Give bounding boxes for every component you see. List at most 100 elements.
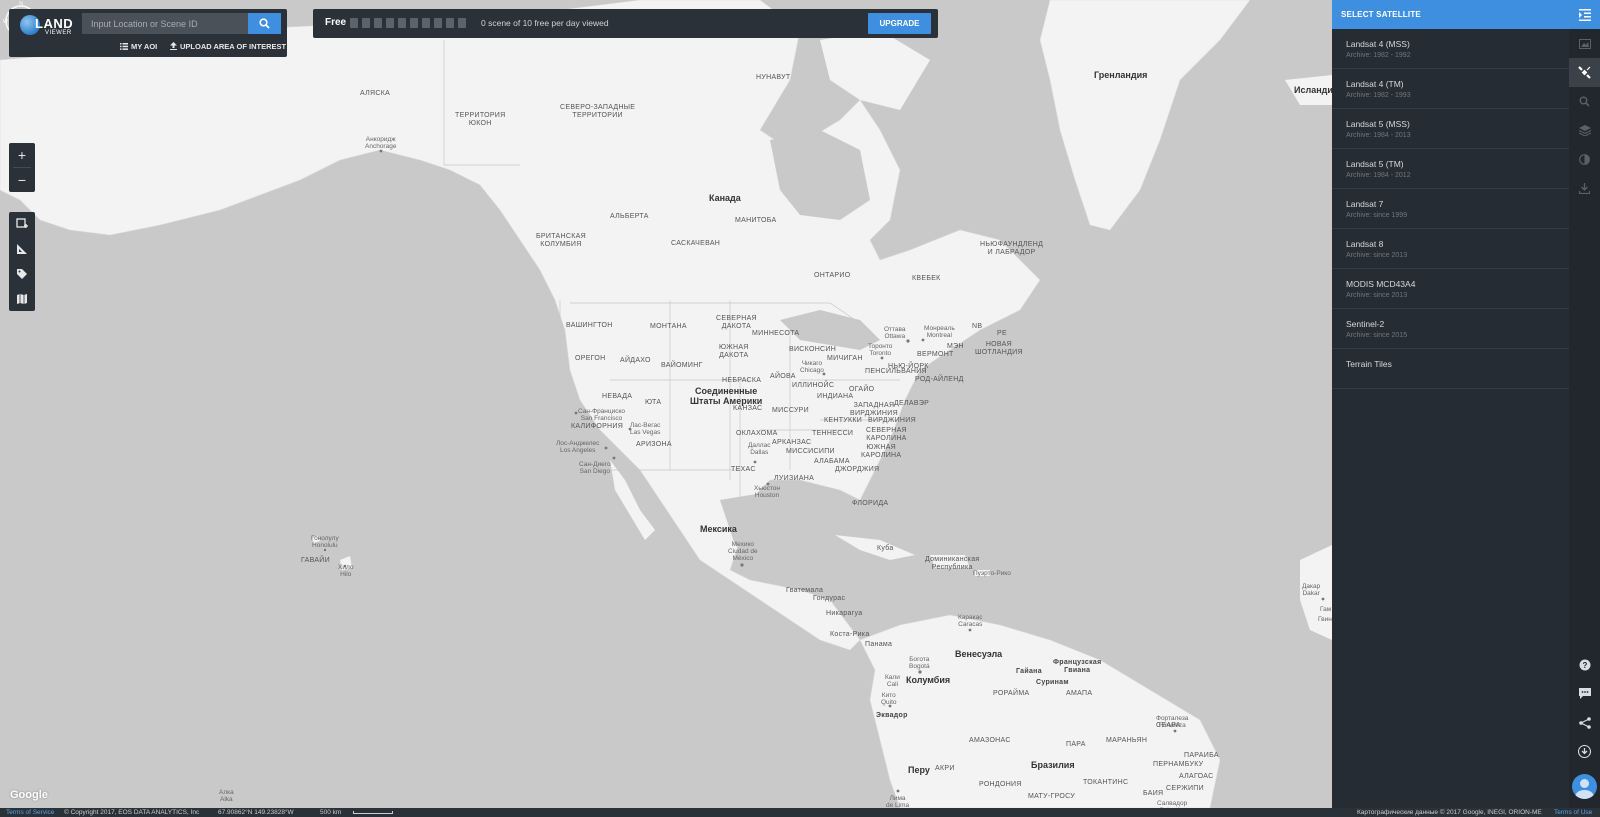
- terms-of-use-link[interactable]: Terms of Use: [1554, 809, 1592, 816]
- image-button[interactable]: [1569, 29, 1600, 58]
- satellite-archive-range: Archive: since 1999: [1346, 212, 1408, 219]
- map-label-montana: МОНТАНА: [650, 323, 687, 330]
- upload-aoi-link[interactable]: UPLOAD AREA OF INTEREST: [170, 42, 286, 51]
- map-label-guinea: Гвин: [1318, 616, 1332, 623]
- map-label-nwt: СЕВЕРО-ЗАПАДНЫЕ ТЕРРИТОРИИ: [560, 104, 636, 119]
- map-data-attribution: Картографические данные © 2017 Google, I…: [1357, 809, 1542, 816]
- scene-quota-bar: Free 0 scene of 10 free per day viewed U…: [313, 9, 938, 38]
- map-label-georgia: ДЖОРДЖИЯ: [835, 466, 880, 473]
- map-label-rhode-island: РОД-АЙЛЕНД: [915, 376, 964, 383]
- map-label-tennessee: ТЕННЕССИ: [812, 430, 854, 437]
- map-label-lima: Лима de Lima: [886, 795, 910, 808]
- zoom-controls: + −: [9, 143, 35, 192]
- map-label-alaska: АЛЯСКА: [360, 90, 391, 97]
- basemap-button[interactable]: [9, 287, 35, 311]
- landviewer-logo[interactable]: LAND VIEWER: [20, 13, 80, 39]
- copyright-text: © Copyright 2017, EOS DATA ANALYTICS, In…: [64, 809, 200, 816]
- user-avatar[interactable]: [1572, 774, 1597, 799]
- zoom-in-button[interactable]: +: [9, 143, 35, 167]
- map-label-los-angeles: Лос-Анджелес Los Angeles: [556, 440, 600, 455]
- map-label-bogota: Богота Bogotá: [909, 656, 930, 671]
- my-aoi-link[interactable]: MY AOI: [120, 42, 157, 51]
- google-logo: Google: [10, 789, 48, 801]
- satellite-name: MODIS MCD43A4: [1346, 279, 1416, 289]
- satellite-list-item[interactable]: MODIS MCD43A4 Archive: since 2013: [1332, 269, 1569, 309]
- map-label-alabama: АЛАБАМА: [814, 458, 850, 465]
- map-label-mississippi: МИССИСИПИ: [786, 448, 835, 455]
- map-label-ohio: ОГАЙО: [849, 386, 875, 393]
- map-label-usa: Соединенные Штаты Америки: [690, 386, 763, 406]
- satellite-list-item[interactable]: Landsat 7 Archive: since 1999: [1332, 189, 1569, 229]
- satellite-name: Landsat 5 (MSS): [1346, 119, 1410, 129]
- map-label-utah: ЮТА: [645, 399, 662, 406]
- search-button[interactable]: [248, 13, 281, 34]
- map-label-mexico-city: Мехико Ciudad de México: [728, 541, 758, 563]
- map-label-french-guiana: Французская Гвиана: [1053, 659, 1102, 674]
- avatar-body: [1575, 790, 1594, 799]
- map-label-san-diego: Сан-Диего San Diego: [579, 461, 611, 476]
- help-button[interactable]: ?: [1569, 650, 1600, 679]
- map-label-peru: Перу: [908, 765, 930, 775]
- svg-text:N: N: [19, 1, 23, 7]
- quota-box: [386, 18, 394, 28]
- satellite-panel-header: SELECT SATELLITE: [1332, 0, 1569, 29]
- map-label-florida: ФЛОРИДА: [852, 500, 889, 507]
- install-app-button[interactable]: [1569, 737, 1600, 766]
- map-label-virginia: ВИРДЖИНИЯ: [868, 417, 916, 424]
- map-label-oklahoma: ОКЛАХОМА: [736, 430, 778, 437]
- map-canvas[interactable]: АЛЯСКА ТЕРРИТОРИЯ ЮКОН СЕВЕРО-ЗАПАДНЫЕ Т…: [0, 0, 1332, 808]
- share-button[interactable]: [1569, 708, 1600, 737]
- satellite-list-item[interactable]: Landsat 5 (MSS) Archive: 1984 - 2013: [1332, 109, 1569, 149]
- zoom-out-button[interactable]: −: [9, 168, 35, 192]
- satellite-list-item[interactable]: Landsat 4 (TM) Archive: 1982 - 1993: [1332, 69, 1569, 109]
- map-label-wyoming: ВАЙОМИНГ: [661, 362, 703, 369]
- map-label-fortaleza: Форталеза Fortaleza: [1156, 715, 1189, 730]
- map-label-nova-scotia: НОВАЯ ШОТЛАНДИЯ: [975, 341, 1023, 356]
- satellite-list-item[interactable]: Landsat 4 (MSS) Archive: 1982 - 1992: [1332, 29, 1569, 69]
- scale-label: 500 km: [320, 809, 342, 816]
- upgrade-button[interactable]: UPGRADE: [868, 13, 931, 34]
- satellite-archive-range: Archive: since 2013: [1346, 252, 1408, 259]
- toggle-panel-button[interactable]: [1569, 0, 1600, 29]
- map-label-hawaii: ГАВАЙИ: [301, 557, 330, 564]
- map-label-caracas: Каракас Caracas: [958, 614, 983, 629]
- map-label-maine: МЭН: [947, 343, 964, 350]
- map-label-kentucky: КЕНТУККИ: [824, 417, 863, 424]
- indent-icon: [1578, 8, 1591, 21]
- satellite-list-item[interactable]: Landsat 5 (TM) Archive: 1984 - 2012: [1332, 149, 1569, 189]
- map-label-costa-rica: Коста-Рика: [830, 631, 870, 638]
- map-label-north-dakota: СЕВЕРНАЯ ДАКОТА: [716, 315, 757, 330]
- satellite-name: Landsat 5 (TM): [1346, 159, 1404, 169]
- layers-icon: [1578, 125, 1591, 136]
- map-label-montreal: Монреаль Montreal: [924, 325, 955, 340]
- search-scenes-button[interactable]: [1569, 87, 1600, 116]
- map-label-iceland: Исланди: [1294, 85, 1332, 95]
- satellite-button[interactable]: [1569, 58, 1600, 87]
- tags-button[interactable]: [9, 262, 35, 286]
- satellite-list-item[interactable]: Landsat 8 Archive: since 2013: [1332, 229, 1569, 269]
- satellite-list-item[interactable]: Terrain Tiles: [1332, 349, 1569, 389]
- map-label-cuba: Куба: [877, 545, 894, 552]
- layers-button[interactable]: [1569, 116, 1600, 145]
- map-label-chicago: Чикаго Chicago: [800, 360, 824, 375]
- satellite-panel-title: SELECT SATELLITE: [1341, 10, 1421, 19]
- magnifier-icon: [1579, 96, 1590, 107]
- terms-of-service-link[interactable]: Terms of Service: [6, 809, 54, 816]
- download-button[interactable]: [1569, 174, 1600, 203]
- map-label-ottawa: Оттава Ottawa: [884, 326, 906, 341]
- measure-button[interactable]: [9, 237, 35, 261]
- draw-aoi-button[interactable]: [9, 212, 35, 236]
- quota-box: [410, 18, 418, 28]
- map-label-louisiana: ЛУИЗИАНА: [774, 475, 815, 482]
- map-label-wisconsin: ВИСКОНСИН: [789, 346, 837, 353]
- map-label-nb: NB: [972, 323, 983, 330]
- map-label-greenland: Гренландия: [1094, 70, 1148, 80]
- map-label-nevada: НЕВАДА: [602, 393, 633, 400]
- satellite-panel: SELECT SATELLITE Landsat 4 (MSS) Archive:…: [1332, 0, 1569, 808]
- map-label-indiana: ИНДИАНА: [817, 393, 854, 400]
- chat-button[interactable]: [1569, 679, 1600, 708]
- satellite-list-item[interactable]: Sentinel-2 Archive: since 2015: [1332, 309, 1569, 349]
- satellite-name: Landsat 4 (TM): [1346, 79, 1404, 89]
- contrast-button[interactable]: [1569, 145, 1600, 174]
- search-input[interactable]: [82, 13, 248, 34]
